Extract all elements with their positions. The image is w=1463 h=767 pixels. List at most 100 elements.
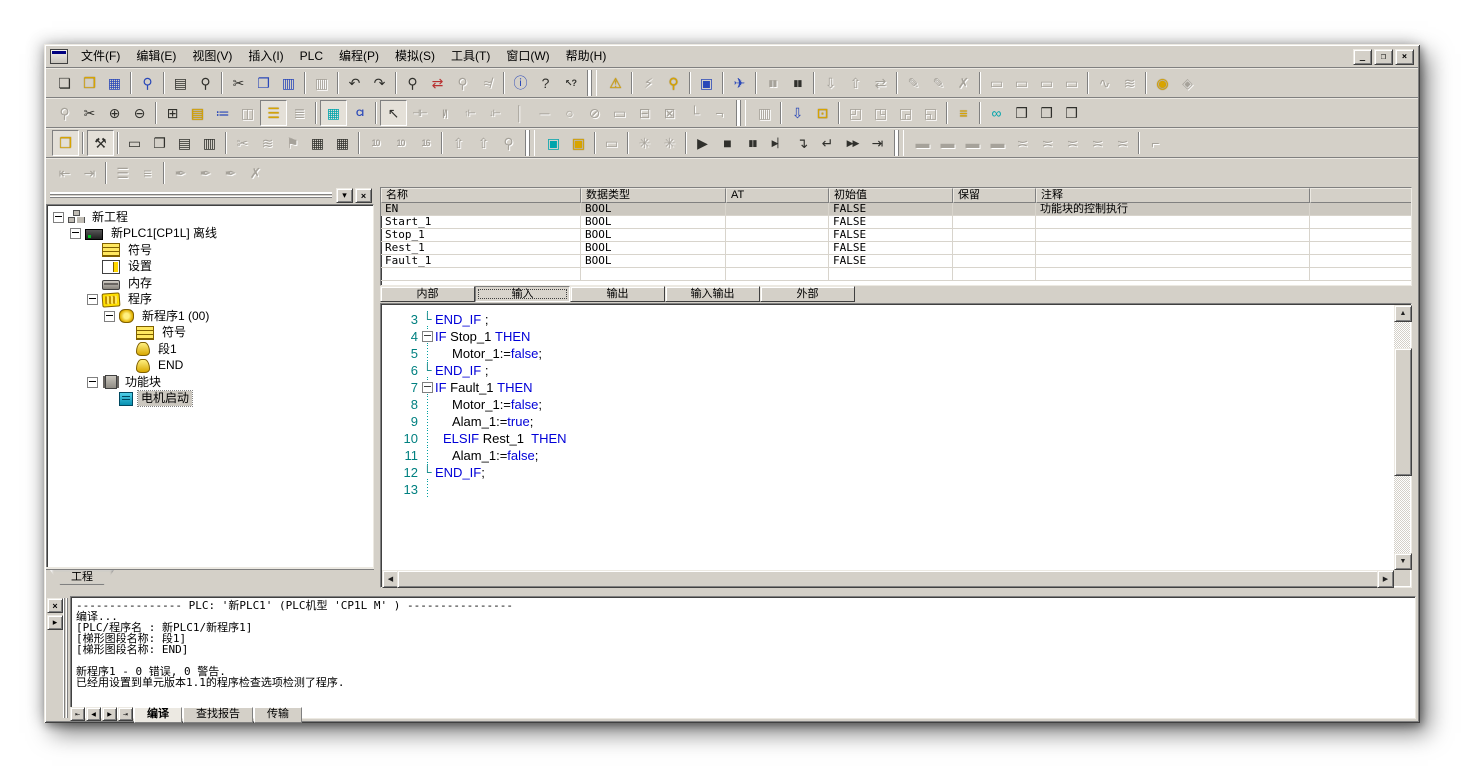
output-tab-1[interactable]: 查找报告 xyxy=(183,707,253,723)
io-monitor-2-button[interactable]: ▬ xyxy=(935,131,960,155)
program-mode-button[interactable]: ▭ xyxy=(984,71,1009,95)
fb-online-monitor-button[interactable]: ∞ xyxy=(984,101,1009,125)
compile-output-text[interactable]: ---------------- PLC: '新PLC1' (PLC机型 'CP… xyxy=(70,596,1416,719)
variable-row-empty[interactable] xyxy=(381,268,1411,281)
format-signed-decimal-button[interactable]: 10 xyxy=(388,131,413,155)
output-tab-scroll-button[interactable]: ▶ xyxy=(102,707,117,721)
cycle-time-monitor-button[interactable]: ≍ xyxy=(1110,131,1135,155)
data-trace-button[interactable]: ≋ xyxy=(1117,71,1142,95)
expand-output-button[interactable]: ▸ xyxy=(47,615,63,630)
go-to-rung-button[interactable]: ⌐ xyxy=(1143,131,1168,155)
table-cell[interactable]: Stop_1 xyxy=(381,229,581,242)
online-edit-button[interactable]: ✎ xyxy=(901,71,926,95)
download-to-plc-button[interactable]: ⇩ xyxy=(818,71,843,95)
selection-mode-button[interactable]: ↖ xyxy=(380,100,407,126)
open-project-button[interactable]: ❒ xyxy=(77,71,102,95)
release-password-button[interactable]: ◈ xyxy=(1175,71,1200,95)
set-password-button[interactable]: ◉ xyxy=(1150,71,1175,95)
column-header-2[interactable]: AT xyxy=(726,188,829,203)
vertical-scroll-thumb[interactable] xyxy=(1394,348,1412,476)
menu-edit[interactable]: 编辑(E) xyxy=(128,47,184,66)
table-cell[interactable] xyxy=(1036,255,1310,268)
io-monitor-3-button[interactable]: ▬ xyxy=(960,131,985,155)
auto-online-button[interactable]: ✈ xyxy=(727,71,752,95)
table-cell[interactable]: FALSE xyxy=(829,203,953,216)
expander-icon[interactable] xyxy=(53,212,64,223)
show-grid-button[interactable]: ⊞ xyxy=(160,101,185,125)
expander-icon[interactable] xyxy=(104,311,115,322)
pause-at-breakpoint-button[interactable]: ✳ xyxy=(632,131,657,155)
new-coil-button[interactable]: ○ xyxy=(557,101,582,125)
tree-item-project[interactable]: 新工程 xyxy=(49,209,373,226)
tree-item-programs[interactable]: 程序 xyxy=(49,292,373,309)
menu-tools[interactable]: 工具(T) xyxy=(443,47,498,66)
scroll-right-button[interactable]: ▶ xyxy=(1377,570,1394,588)
table-cell[interactable]: BOOL xyxy=(581,242,726,255)
fold-gutter[interactable] xyxy=(421,430,435,447)
tree-item-global-symbols[interactable]: 符号 xyxy=(49,242,373,259)
cancel-online-edit-button[interactable]: ✗ xyxy=(951,71,976,95)
profile-monitor-button[interactable]: ≍ xyxy=(1085,131,1110,155)
new-line-connect-button[interactable]: └ xyxy=(682,101,707,125)
show-program-hierarchy-button[interactable]: ≣ xyxy=(287,101,312,125)
fold-gutter[interactable] xyxy=(421,379,435,396)
table-cell[interactable] xyxy=(726,242,829,255)
diagram-window-button[interactable]: ✂ xyxy=(230,131,255,155)
horizontal-scroll-thumb[interactable] xyxy=(397,570,1379,588)
simulator-monitor-button[interactable]: ▭ xyxy=(599,131,624,155)
fb-input-button[interactable]: ◰ xyxy=(843,101,868,125)
expander-icon[interactable] xyxy=(87,377,98,388)
workspace-drag-grip[interactable] xyxy=(50,192,332,199)
show-symbol-bar-button[interactable]: ▤ xyxy=(185,101,210,125)
table-cell[interactable] xyxy=(581,268,726,281)
table-cell[interactable] xyxy=(1310,203,1412,216)
scroll-down-button[interactable]: ▼ xyxy=(1394,553,1412,570)
cross-reference-report-button[interactable]: ❐ xyxy=(147,131,172,155)
column-header-4[interactable]: 保留 xyxy=(953,188,1036,203)
data-trace-2-button[interactable]: ≍ xyxy=(1035,131,1060,155)
expander-icon[interactable] xyxy=(70,228,81,239)
sim-stop-button[interactable]: ■ xyxy=(715,131,740,155)
variable-row-Stop_1[interactable]: Stop_1BOOLFALSE xyxy=(381,229,1411,242)
show-properties-button[interactable]: ▥ xyxy=(197,131,222,155)
table-cell[interactable] xyxy=(1310,268,1412,281)
column-header-1[interactable]: 数据类型 xyxy=(581,188,726,203)
output-tab-scroll-button[interactable]: ◀ xyxy=(86,707,101,721)
cut-button[interactable]: ✂ xyxy=(226,71,251,95)
sim-continuous-step-button[interactable]: ▶▶ xyxy=(840,131,865,155)
monitor-window-2-button[interactable]: ▦ xyxy=(330,131,355,155)
table-cell[interactable] xyxy=(726,203,829,216)
table-cell[interactable]: BOOL xyxy=(581,229,726,242)
work-online-button[interactable]: ▣ xyxy=(694,71,719,95)
indent-button[interactable]: ⇤ xyxy=(52,161,77,185)
variable-row-Start_1[interactable]: Start_1BOOLFALSE xyxy=(381,216,1411,229)
output-tab-scroll-button[interactable]: ⇤ xyxy=(70,707,85,721)
monitor-window-button[interactable]: ▦ xyxy=(305,131,330,155)
column-header-6[interactable] xyxy=(1310,188,1412,203)
menu-help[interactable]: 帮助(H) xyxy=(558,47,615,66)
tree-item-local-symbols[interactable]: 符号 xyxy=(49,325,373,342)
scope-tab-4[interactable]: 外部 xyxy=(760,286,855,302)
column-header-5[interactable]: 注释 xyxy=(1036,188,1310,203)
table-cell[interactable] xyxy=(1036,242,1310,255)
close-output-button[interactable]: × xyxy=(47,598,63,613)
help-topics-button[interactable]: ? xyxy=(533,71,558,95)
find-next-button[interactable]: ⚲ xyxy=(450,71,475,95)
table-cell[interactable] xyxy=(1036,229,1310,242)
print-setup-button[interactable]: ⚲ xyxy=(135,71,160,95)
fold-collapse-icon[interactable] xyxy=(422,331,433,342)
table-cell[interactable] xyxy=(1036,216,1310,229)
save-project-button[interactable]: ▦ xyxy=(102,71,127,95)
fold-gutter[interactable] xyxy=(421,481,435,498)
menu-view[interactable]: 视图(V) xyxy=(184,47,240,66)
tree-item-section1[interactable]: 段1 xyxy=(49,341,373,358)
toggle-bookmark-button[interactable]: ✒ xyxy=(168,161,193,185)
menu-simulation[interactable]: 模拟(S) xyxy=(387,47,443,66)
expander-icon[interactable] xyxy=(87,294,98,305)
table-cell[interactable]: Start_1 xyxy=(381,216,581,229)
next-bookmark-button[interactable]: ✒ xyxy=(193,161,218,185)
io-monitor-1-button[interactable]: ▬ xyxy=(910,131,935,155)
scope-tab-1[interactable]: 输入 xyxy=(475,286,570,302)
tree-item-fb-motor-start[interactable]: 电机启动 xyxy=(49,391,373,408)
new-project-button[interactable]: ❏ xyxy=(52,71,77,95)
